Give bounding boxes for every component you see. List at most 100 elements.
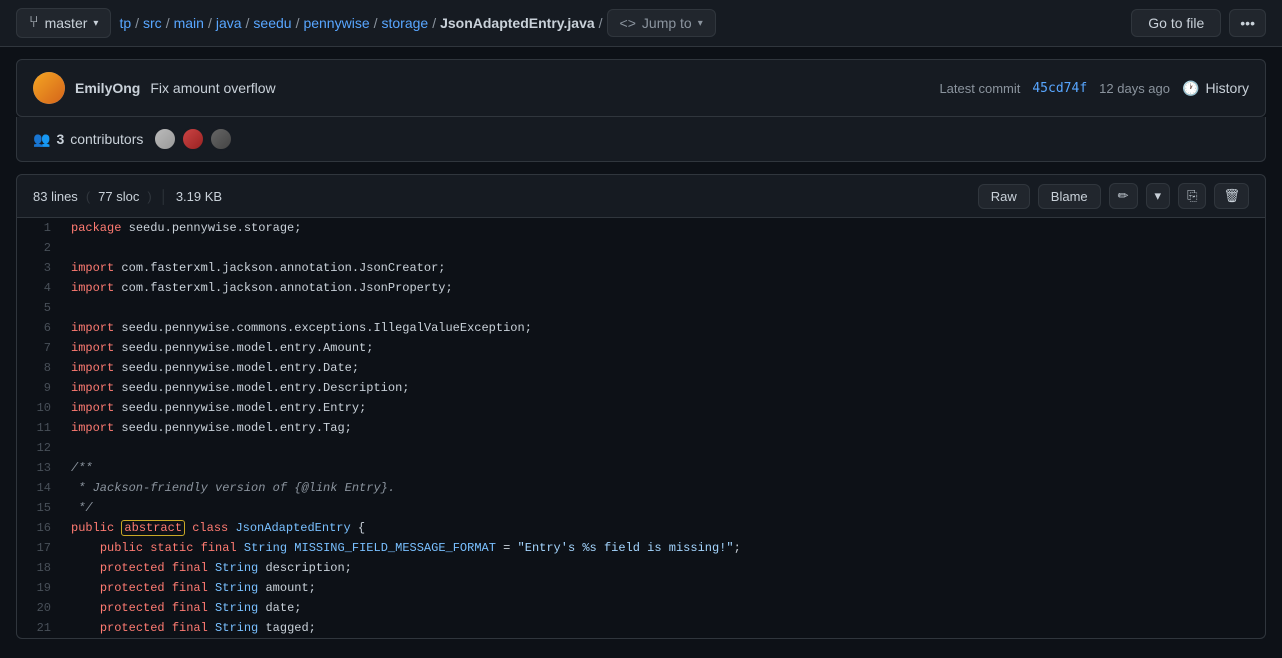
commit-author[interactable]: EmilyOng <box>75 80 140 96</box>
go-to-file-button[interactable]: Go to file <box>1131 9 1221 37</box>
table-row: 9 import seedu.pennywise.model.entry.Des… <box>17 378 1265 398</box>
commit-bar-right: Latest commit 45cd74f 12 days ago 🕐 Hist… <box>939 80 1249 97</box>
line-code <box>67 438 1265 458</box>
top-bar: ⑂ master ▾ tp / src / main / java / seed… <box>0 0 1282 47</box>
table-row: 8 import seedu.pennywise.model.entry.Dat… <box>17 358 1265 378</box>
table-row: 14 * Jackson-friendly version of {@link … <box>17 478 1265 498</box>
git-branch-icon: ⑂ <box>29 14 39 32</box>
line-number[interactable]: 15 <box>17 498 67 518</box>
line-count: 83 lines <box>33 189 78 204</box>
table-row: 19 protected final String amount; <box>17 578 1265 598</box>
line-code: import seedu.pennywise.model.entry.Amoun… <box>67 338 1265 358</box>
breadcrumb-tp[interactable]: tp <box>119 15 131 31</box>
table-row: 6 import seedu.pennywise.commons.excepti… <box>17 318 1265 338</box>
table-row: 5 <box>17 298 1265 318</box>
contributors-text: contributors <box>70 131 143 147</box>
contributors-label: 👥 3 contributors <box>33 131 143 148</box>
code-icon: <> <box>620 15 636 31</box>
line-number[interactable]: 16 <box>17 518 67 538</box>
line-number[interactable]: 5 <box>17 298 67 318</box>
line-code: */ <box>67 498 1265 518</box>
line-code: /** <box>67 458 1265 478</box>
line-code: import seedu.pennywise.commons.exception… <box>67 318 1265 338</box>
file-stats-right: Raw Blame ✏ ▾ ⎘ 🗑 <box>978 183 1249 209</box>
edit-button[interactable]: ✏ <box>1109 183 1138 209</box>
table-row: 4 import com.fasterxml.jackson.annotatio… <box>17 278 1265 298</box>
breadcrumb: tp / src / main / java / seedu / pennywi… <box>119 9 715 37</box>
top-bar-left: ⑂ master ▾ tp / src / main / java / seed… <box>16 8 716 38</box>
jump-to-button[interactable]: <> Jump to ▾ <box>607 9 716 37</box>
table-row: 15 */ <box>17 498 1265 518</box>
table-row: 21 protected final String tagged; <box>17 618 1265 638</box>
line-code <box>67 298 1265 318</box>
more-file-options-button[interactable]: ▾ <box>1146 183 1171 209</box>
table-row: 10 import seedu.pennywise.model.entry.En… <box>17 398 1265 418</box>
line-number[interactable]: 17 <box>17 538 67 558</box>
history-label: History <box>1205 80 1249 96</box>
chevron-down-icon3: ▾ <box>1155 188 1162 204</box>
line-number[interactable]: 2 <box>17 238 67 258</box>
breadcrumb-pennywise[interactable]: pennywise <box>303 15 369 31</box>
line-number[interactable]: 8 <box>17 358 67 378</box>
breadcrumb-java[interactable]: java <box>216 15 242 31</box>
copy-raw-button[interactable]: ⎘ <box>1178 183 1206 209</box>
line-number[interactable]: 13 <box>17 458 67 478</box>
code-table: 1 package seedu.pennywise.storage; 2 3 i… <box>17 218 1265 638</box>
line-number[interactable]: 3 <box>17 258 67 278</box>
line-code: protected final String description; <box>67 558 1265 578</box>
line-number[interactable]: 21 <box>17 618 67 638</box>
breadcrumb-current-file: JsonAdaptedEntry.java <box>440 15 595 31</box>
code-area: 1 package seedu.pennywise.storage; 2 3 i… <box>16 218 1266 639</box>
contributor-avatar-2[interactable] <box>181 127 205 151</box>
author-avatar <box>33 72 65 104</box>
line-code: import seedu.pennywise.model.entry.Descr… <box>67 378 1265 398</box>
line-number[interactable]: 20 <box>17 598 67 618</box>
table-row: 17 public static final String MISSING_FI… <box>17 538 1265 558</box>
breadcrumb-main[interactable]: main <box>174 15 204 31</box>
line-number[interactable]: 9 <box>17 378 67 398</box>
breadcrumb-src[interactable]: src <box>143 15 162 31</box>
table-row: 13 /** <box>17 458 1265 478</box>
raw-button[interactable]: Raw <box>978 184 1030 209</box>
line-code: protected final String tagged; <box>67 618 1265 638</box>
line-code: import seedu.pennywise.model.entry.Date; <box>67 358 1265 378</box>
chevron-down-icon2: ▾ <box>698 18 703 29</box>
line-number[interactable]: 11 <box>17 418 67 438</box>
line-number[interactable]: 14 <box>17 478 67 498</box>
line-number[interactable]: 4 <box>17 278 67 298</box>
commit-message: Fix amount overflow <box>150 80 275 96</box>
line-number[interactable]: 10 <box>17 398 67 418</box>
commit-hash[interactable]: 45cd74f <box>1032 81 1087 96</box>
line-code: package seedu.pennywise.storage; <box>67 218 1265 238</box>
contributors-icon: 👥 <box>33 131 50 148</box>
line-number[interactable]: 12 <box>17 438 67 458</box>
line-code <box>67 238 1265 258</box>
branch-selector[interactable]: ⑂ master ▾ <box>16 8 111 38</box>
latest-commit-label: Latest commit <box>939 81 1020 96</box>
line-number[interactable]: 19 <box>17 578 67 598</box>
line-number[interactable]: 6 <box>17 318 67 338</box>
line-code: public abstract class JsonAdaptedEntry { <box>67 518 1265 538</box>
table-row: 1 package seedu.pennywise.storage; <box>17 218 1265 238</box>
blame-button[interactable]: Blame <box>1038 184 1101 209</box>
file-size-sep: │ <box>160 189 168 204</box>
contributor-avatar-1[interactable] <box>153 127 177 151</box>
contributors-count: 3 <box>56 131 64 147</box>
line-number[interactable]: 18 <box>17 558 67 578</box>
contributor-avatar-3[interactable] <box>209 127 233 151</box>
breadcrumb-seedu[interactable]: seedu <box>253 15 291 31</box>
line-number[interactable]: 7 <box>17 338 67 358</box>
file-stats-bar: 83 lines ( 77 sloc ) │ 3.19 KB Raw Blame… <box>16 174 1266 218</box>
table-row: 16 public abstract class JsonAdaptedEntr… <box>17 518 1265 538</box>
pencil-icon: ✏ <box>1118 188 1129 204</box>
table-row: 20 protected final String date; <box>17 598 1265 618</box>
line-code: protected final String date; <box>67 598 1265 618</box>
line-code: import com.fasterxml.jackson.annotation.… <box>67 258 1265 278</box>
more-options-button[interactable]: ••• <box>1229 9 1266 37</box>
delete-button[interactable]: 🗑 <box>1214 183 1249 209</box>
breadcrumb-storage[interactable]: storage <box>382 15 429 31</box>
line-code: import seedu.pennywise.model.entry.Tag; <box>67 418 1265 438</box>
history-button[interactable]: 🕐 History <box>1182 80 1249 97</box>
top-bar-right: Go to file ••• <box>1131 9 1266 37</box>
line-number[interactable]: 1 <box>17 218 67 238</box>
